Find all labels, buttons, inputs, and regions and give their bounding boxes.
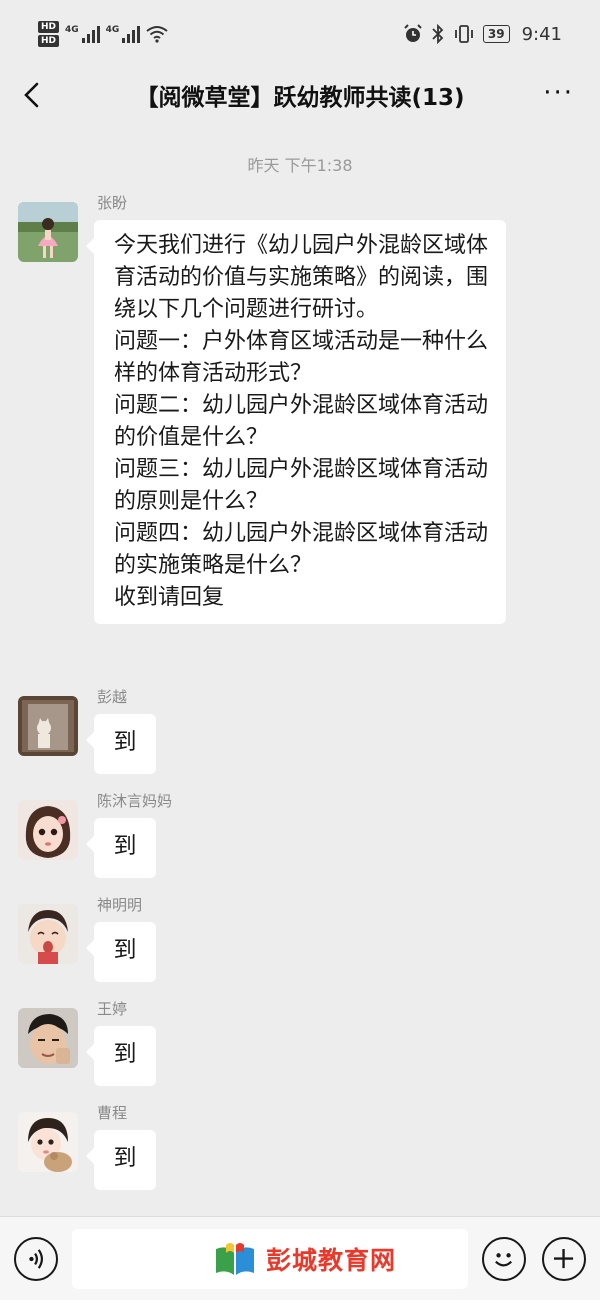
voice-icon[interactable] <box>14 1237 58 1281</box>
vibrate-icon <box>454 25 473 43</box>
watermark: 彭城教育网 <box>212 1239 396 1279</box>
avatar[interactable] <box>18 800 78 860</box>
sim1-hd-badge: HD <box>38 21 60 33</box>
message-text: 到 <box>113 937 137 963</box>
sender-name: 张盼 <box>97 194 128 212</box>
message-bubble[interactable]: 到 <box>86 714 156 774</box>
watermark-text: 彭城教育网 <box>266 1246 397 1275</box>
status-bar: HD HD 4G 4G 39 9:41 <box>0 0 600 68</box>
status-right: 39 9:41 <box>403 24 562 45</box>
message-text: 到 <box>113 1041 137 1067</box>
message-input[interactable]: 彭城教育网 <box>72 1229 468 1289</box>
battery-indicator: 39 <box>482 25 510 43</box>
chat-title: 【阅微草堂】跃幼教师共读(13) <box>135 85 465 111</box>
sender-name: 彭越 <box>97 688 128 706</box>
sender-name: 曹程 <box>97 1104 128 1122</box>
wifi-icon <box>146 26 168 43</box>
sim-indicators: HD HD <box>38 21 60 47</box>
avatar[interactable] <box>18 202 78 262</box>
sim2-hd-badge: HD <box>38 35 60 47</box>
avatar[interactable] <box>18 904 78 964</box>
plus-icon[interactable] <box>542 1237 586 1281</box>
message-timestamp: 昨天 下午1:38 <box>247 156 353 175</box>
emoji-icon[interactable] <box>482 1237 526 1281</box>
bluetooth-icon <box>432 24 444 44</box>
avatar[interactable] <box>18 1112 78 1172</box>
back-arrow-icon[interactable] <box>18 80 48 110</box>
message-bubble[interactable]: 到 <box>86 922 156 982</box>
message-bubble[interactable]: 今天我们进行《幼儿园户外混龄区域体育活动的价值与实施策略》的阅读，围绕以下几个问… <box>86 220 506 624</box>
alarm-icon <box>404 24 422 42</box>
network-1-label: 4G <box>65 25 79 35</box>
more-options-button[interactable]: ··· <box>543 78 574 108</box>
message-text: 今天我们进行《幼儿园户外混龄区域体育活动的价值与实施策略》的阅读，围绕以下几个问… <box>114 233 489 610</box>
message-bubble[interactable]: 到 <box>86 1026 156 1086</box>
status-left: HD HD 4G 4G <box>38 21 168 47</box>
sender-name: 神明明 <box>97 896 143 914</box>
message-text: 到 <box>113 833 137 859</box>
status-time: 9:41 <box>521 23 562 45</box>
signal-1-icon: 4G <box>65 25 100 43</box>
network-2-label: 4G <box>105 25 120 35</box>
avatar[interactable] <box>18 1008 78 1068</box>
sender-name: 王婷 <box>97 1000 128 1018</box>
message-bubble[interactable]: 到 <box>86 1130 156 1190</box>
message-text: 到 <box>113 729 137 755</box>
book-logo-icon <box>216 1243 254 1275</box>
message-bubble[interactable]: 到 <box>86 818 156 878</box>
message-text: 到 <box>113 1145 137 1171</box>
sender-name: 陈沐言妈妈 <box>97 792 173 810</box>
signal-2-icon: 4G <box>106 25 141 43</box>
nav-bar: 【阅微草堂】跃幼教师共读(13) ··· <box>0 68 600 122</box>
avatar[interactable] <box>18 696 78 756</box>
input-bar: 彭城教育网 <box>0 1216 600 1300</box>
